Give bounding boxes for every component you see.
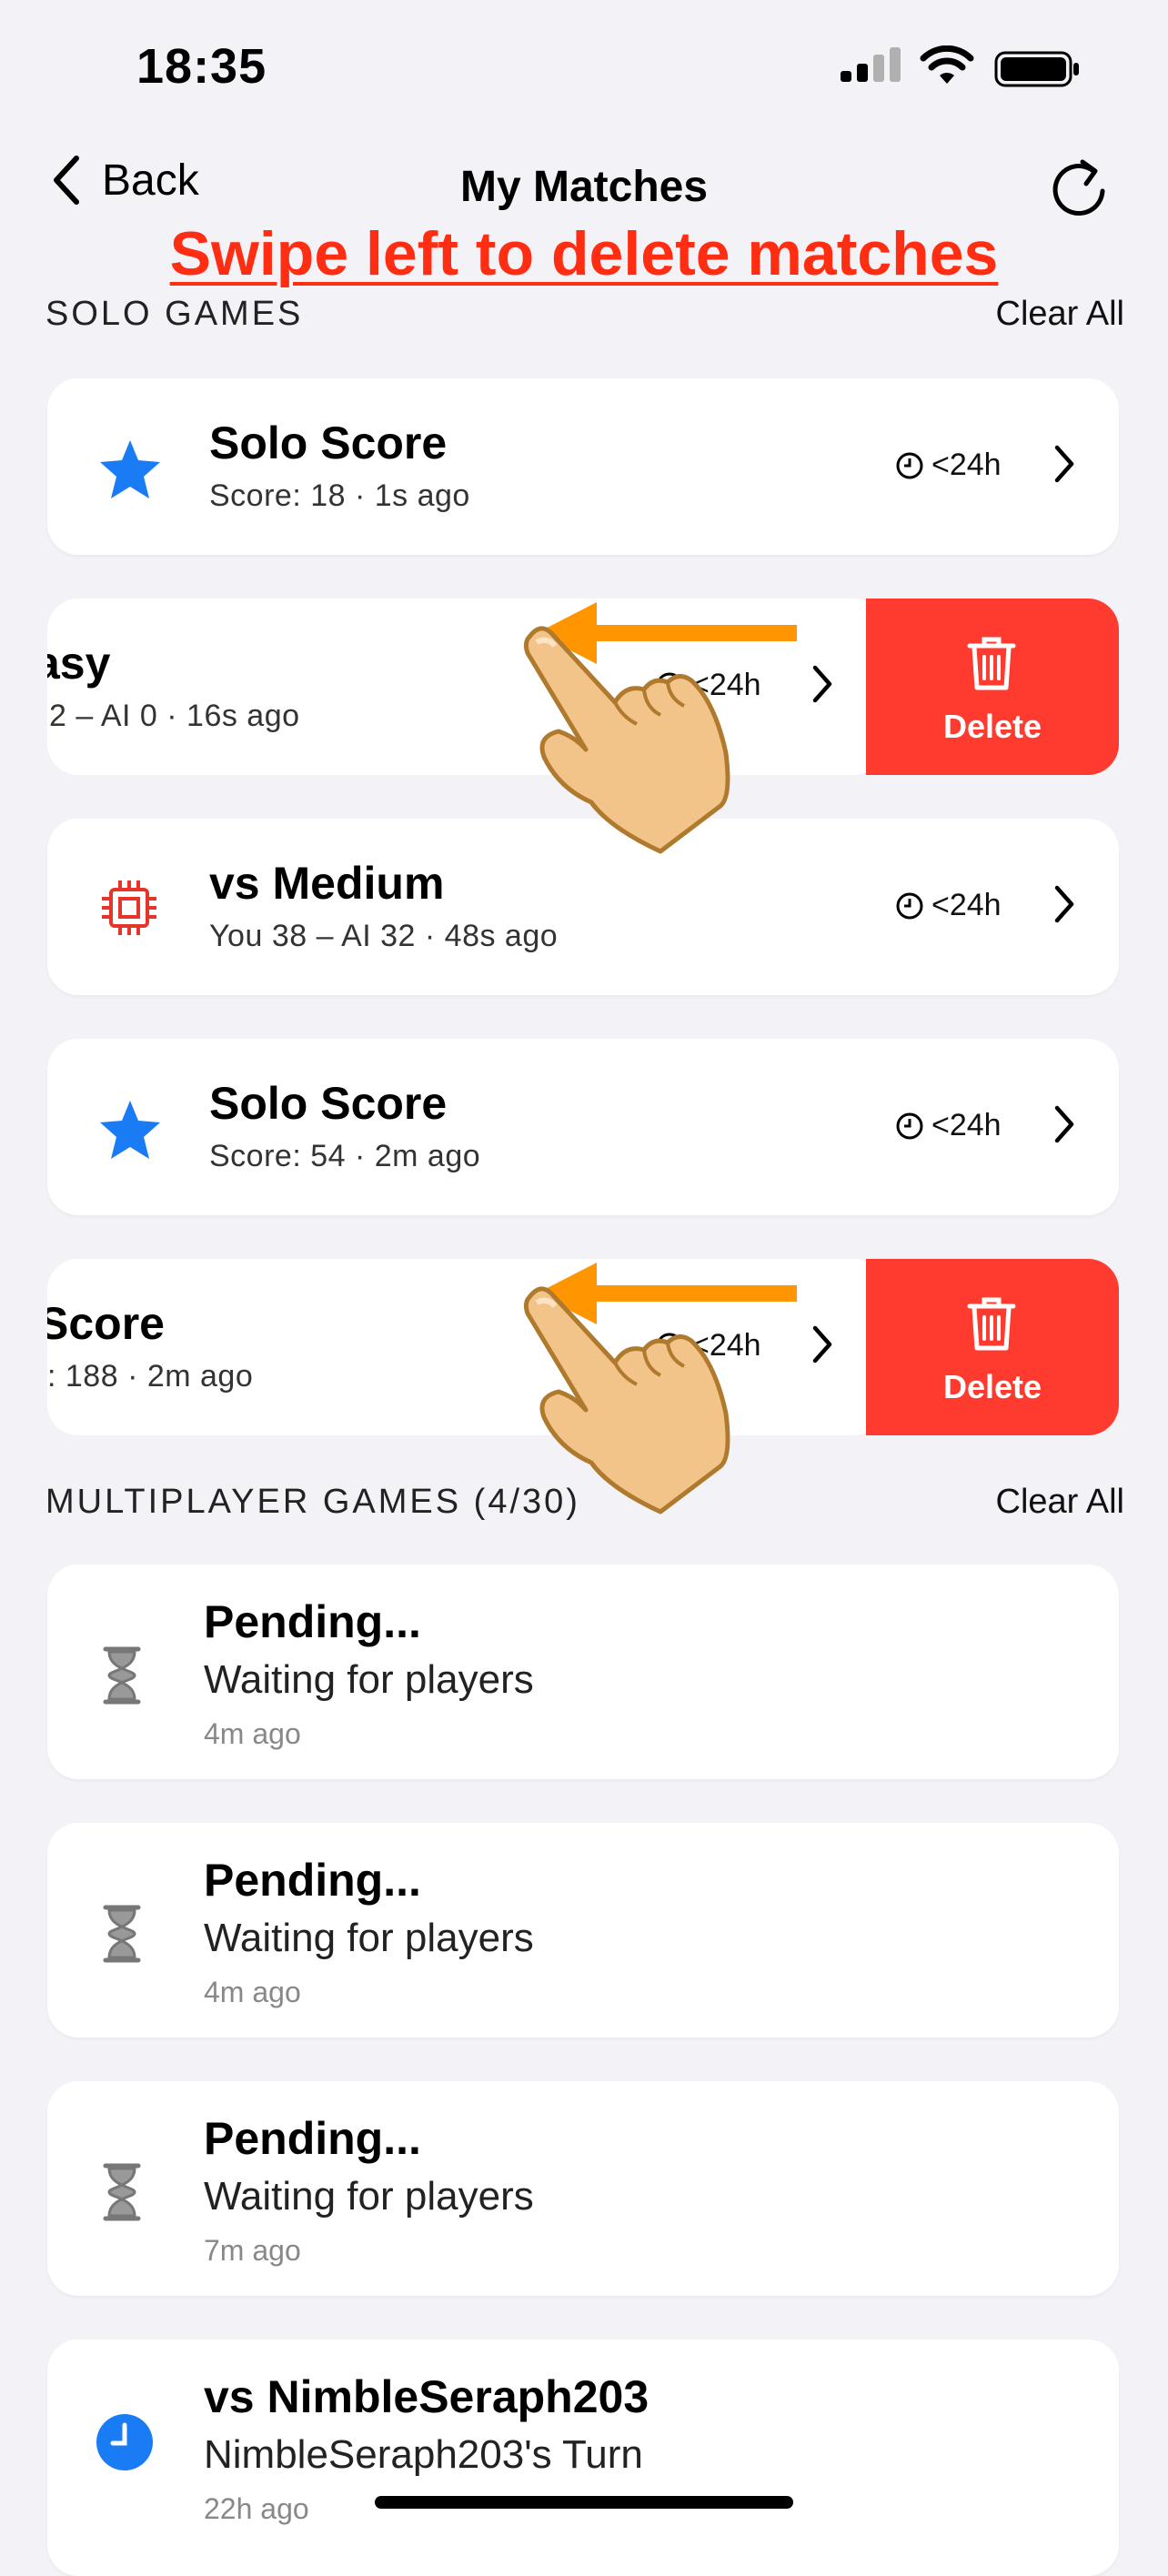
- row-subtitle: Score: 18 · 1s ago: [209, 478, 470, 513]
- row-time: 7m ago: [204, 2234, 301, 2267]
- multiplayer-section-title: MULTIPLAYER GAMES (4/30): [45, 1483, 580, 1521]
- clock-small-icon: [896, 892, 923, 919]
- row-subtitle: NimbleSeraph203's Turn: [204, 2432, 643, 2477]
- row-title: Score: [47, 1298, 165, 1349]
- delete-button[interactable]: Delete: [866, 599, 1119, 775]
- row-title: asy: [47, 638, 111, 689]
- chevron-right-icon: [812, 1325, 832, 1363]
- row-subtitle: Waiting for players: [204, 2174, 534, 2219]
- row-subtitle: : 188 · 2m ago: [47, 1359, 254, 1394]
- hourglass-icon: [103, 1905, 141, 1963]
- row-subtitle: Score: 54 · 2m ago: [209, 1139, 481, 1173]
- multiplayer-match-row[interactable]: vs NimbleSeraph203 NimbleSeraph203's Tur…: [47, 2340, 1119, 2576]
- multiplayer-match-row[interactable]: Pending... Waiting for players 4m ago: [47, 1565, 1119, 1779]
- trash-icon: [967, 1297, 1016, 1351]
- row-title: vs NimbleSeraph203: [204, 2371, 649, 2422]
- hourglass-icon: [103, 1646, 141, 1705]
- row-time: 4m ago: [204, 1976, 301, 2008]
- row-title: Solo Score: [209, 418, 448, 468]
- row-title: Pending...: [204, 1596, 421, 1647]
- hourglass-icon: [103, 2163, 141, 2221]
- row-time: 4m ago: [204, 1717, 301, 1750]
- expiry-badge: <24h: [895, 888, 1002, 923]
- solo-clear-all-button[interactable]: Clear All: [996, 295, 1125, 334]
- row-subtitle: You 38 – AI 32 · 48s ago: [209, 919, 559, 953]
- page-title: My Matches: [459, 163, 709, 211]
- multiplayer-match-row[interactable]: Pending... Waiting for players 4m ago: [47, 1823, 1119, 2038]
- star-icon: [100, 1101, 160, 1159]
- cellular-signal-icon: [841, 47, 901, 82]
- battery-icon: [994, 51, 1079, 87]
- swipe-gesture-icon: [523, 602, 797, 854]
- row-time: 22h ago: [204, 2492, 309, 2525]
- home-indicator: [375, 2496, 793, 2509]
- row-title: Solo Score: [209, 1078, 448, 1129]
- trash-icon: [967, 637, 1016, 690]
- star-icon: [100, 440, 160, 498]
- refresh-icon[interactable]: [1046, 155, 1113, 222]
- multiplayer-match-row[interactable]: Pending... Waiting for players 7m ago: [47, 2081, 1119, 2296]
- delete-label: Delete: [942, 1368, 1042, 1405]
- solo-match-row[interactable]: Solo Score Score: 18 · 1s ago <24h: [47, 378, 1119, 555]
- delete-label: Delete: [942, 708, 1042, 745]
- clock-small-icon: [896, 452, 923, 478]
- delete-button[interactable]: Delete: [866, 1259, 1119, 1435]
- solo-match-row[interactable]: Solo Score Score: 54 · 2m ago <24h: [47, 1039, 1119, 1215]
- row-title: vs Medium: [209, 858, 445, 909]
- chevron-right-icon: [1054, 445, 1074, 483]
- wifi-icon: [920, 45, 974, 84]
- chevron-right-icon: [1054, 1105, 1074, 1143]
- clock-icon: [96, 2414, 153, 2470]
- row-subtitle: Waiting for players: [204, 1657, 534, 1702]
- row-title: Pending...: [204, 1855, 421, 1906]
- chevron-right-icon: [1054, 885, 1074, 923]
- row-title: Pending...: [204, 2113, 421, 2164]
- row-subtitle: 2 – AI 0 · 16s ago: [49, 699, 300, 733]
- multiplayer-clear-all-button[interactable]: Clear All: [996, 1483, 1125, 1522]
- chevron-right-icon: [812, 665, 832, 703]
- clock-small-icon: [896, 1112, 923, 1139]
- swipe-hint: Swipe left to delete matches: [169, 219, 999, 288]
- expiry-badge: <24h: [895, 448, 1002, 483]
- row-subtitle: Waiting for players: [204, 1916, 534, 1960]
- swipe-gesture-icon: [523, 1263, 797, 1514]
- chip-icon: [102, 880, 156, 935]
- status-time: 18:35: [136, 39, 267, 94]
- expiry-badge: <24h: [895, 1108, 1002, 1143]
- solo-section-title: SOLO GAMES: [45, 295, 304, 333]
